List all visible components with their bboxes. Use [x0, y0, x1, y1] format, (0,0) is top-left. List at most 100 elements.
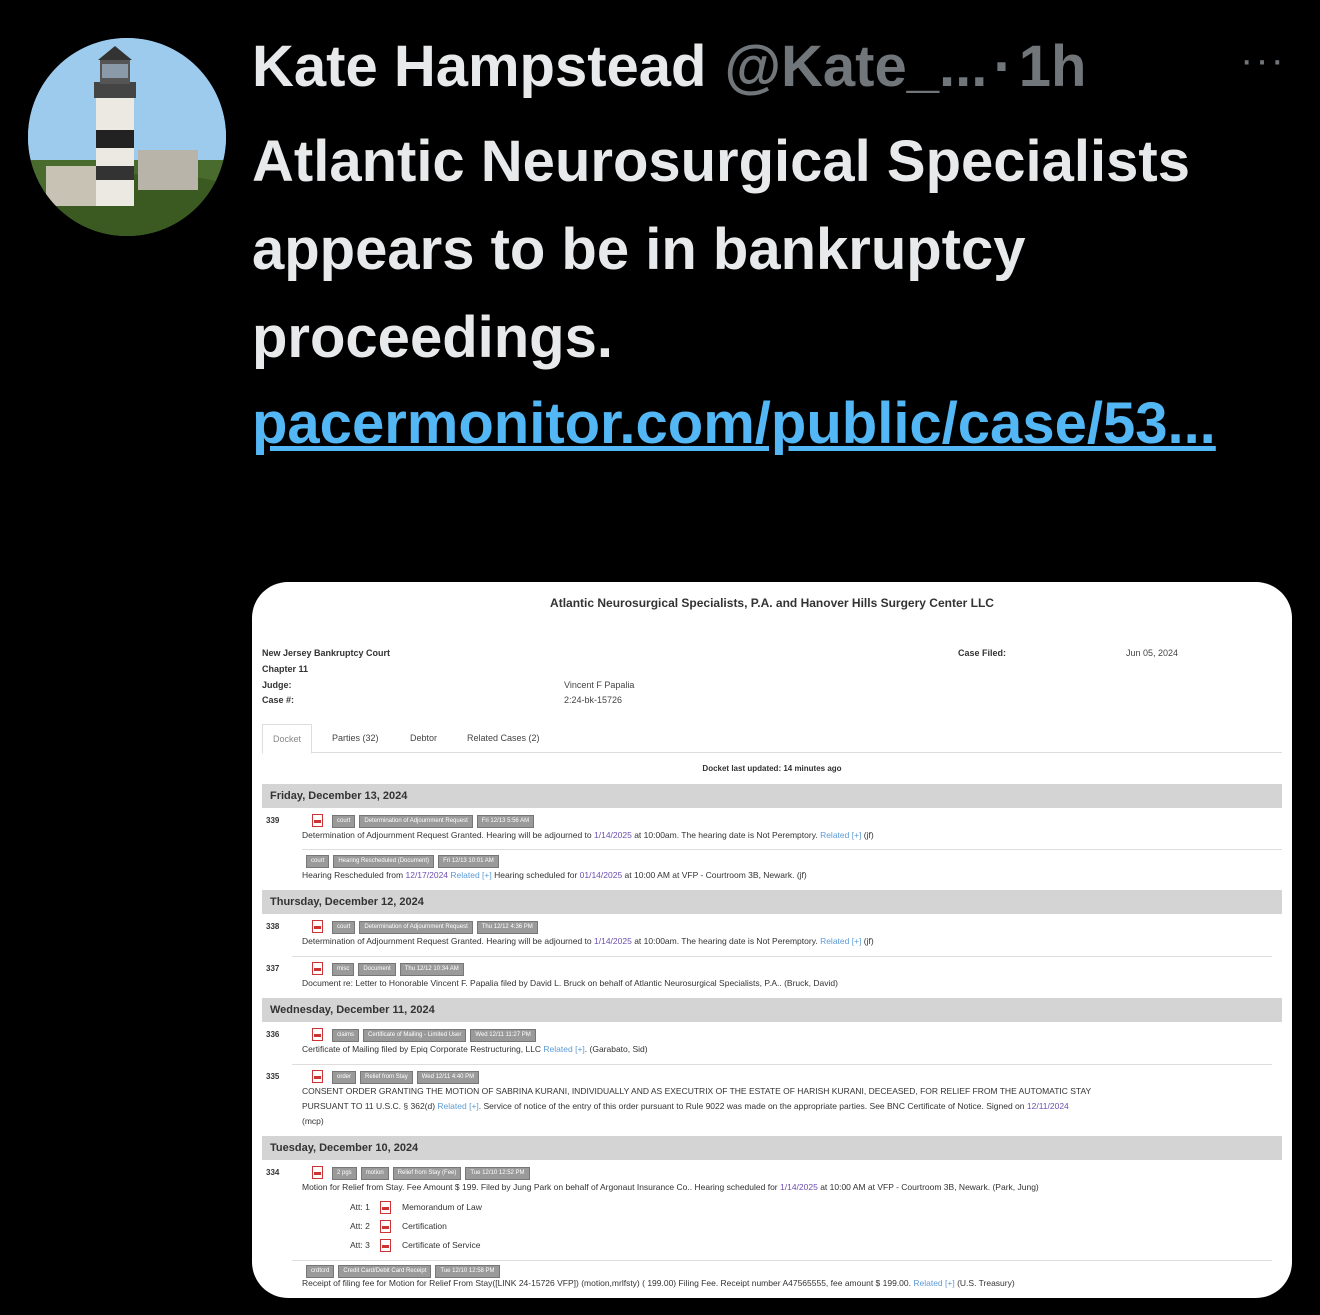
- tag: Fri 12/13 5:56 AM: [476, 815, 535, 828]
- divider: [292, 1260, 1272, 1261]
- date-link[interactable]: 12/11/2024: [1027, 1101, 1069, 1111]
- pdf-icon[interactable]: [312, 814, 323, 827]
- tag: Hearing Rescheduled (Document): [333, 855, 435, 868]
- date-link[interactable]: 1/14/2025: [594, 830, 632, 840]
- entry-number: 339: [266, 816, 280, 825]
- tag: Certificate of Mailing - Limited User: [363, 1029, 467, 1042]
- entry-description: Determination of Adjournment Request Gra…: [302, 936, 874, 946]
- tag: Determination of Adjournment Request: [359, 815, 473, 828]
- entry-tags: claims Certificate of Mailing - Limited …: [332, 1029, 536, 1042]
- related-link[interactable]: Related [+]: [913, 1278, 954, 1288]
- entry-number: 337: [266, 964, 280, 973]
- tag: Tue 12/10 12:52 PM: [465, 1167, 530, 1180]
- entry-description: Motion for Relief from Stay. Fee Amount …: [302, 1182, 1039, 1192]
- day-header: Friday, December 13, 2024: [262, 784, 1282, 808]
- entry-number: 334: [266, 1168, 280, 1177]
- case-label: Case #:: [262, 695, 295, 705]
- tab-bar: Docket Parties (32) Debtor Related Cases…: [262, 724, 1282, 754]
- entry-description: Receipt of filing fee for Motion for Rel…: [302, 1278, 1015, 1288]
- pdf-icon[interactable]: [380, 1239, 391, 1252]
- pdf-icon[interactable]: [312, 962, 323, 975]
- tab-debtor[interactable]: Debtor: [410, 724, 437, 752]
- tweet-text: Atlantic Neurosurgical Specialists appea…: [252, 129, 1190, 370]
- chapter: Chapter 11: [262, 664, 309, 674]
- tag: claims: [332, 1029, 360, 1042]
- tag: court: [332, 815, 356, 828]
- author-handle[interactable]: @Kate_...: [724, 33, 987, 100]
- separator-dot: ·: [993, 33, 1013, 99]
- tag: Fri 12/13 10:01 AM: [438, 855, 499, 868]
- pdf-icon[interactable]: [380, 1220, 391, 1233]
- tab-docket[interactable]: Docket: [262, 724, 313, 754]
- tag: order: [332, 1071, 357, 1084]
- timestamp[interactable]: 1h: [1019, 33, 1087, 100]
- more-options-icon[interactable]: ···: [1240, 38, 1286, 83]
- case-filed-label: Case Filed:: [958, 648, 1007, 658]
- divider: [302, 849, 1282, 850]
- tag: motion: [360, 1167, 389, 1180]
- docket-entry: court Hearing Rescheduled (Document) Fri…: [262, 854, 1282, 888]
- attachment-name[interactable]: Certificate of Service: [402, 1240, 480, 1250]
- tab-parties[interactable]: Parties (32): [332, 724, 379, 752]
- attachment-name[interactable]: Memorandum of Law: [402, 1202, 482, 1212]
- pdf-icon[interactable]: [312, 1166, 323, 1179]
- lighthouse-image: [28, 38, 226, 236]
- avatar[interactable]: [28, 38, 226, 236]
- entry-description: Determination of Adjournment Request Gra…: [302, 830, 874, 840]
- entry-description: Certificate of Mailing filed by Epiq Cor…: [302, 1044, 648, 1054]
- tag: 2 pgs: [332, 1167, 357, 1180]
- date-link[interactable]: 1/14/2025: [780, 1182, 818, 1192]
- related-link[interactable]: Related [+]: [543, 1044, 584, 1054]
- entry-tags: court Determination of Adjournment Reque…: [332, 815, 535, 828]
- docket-entry: crdtcrd Credit Card/Debit Card Receipt T…: [262, 1264, 1282, 1298]
- case-title: Atlantic Neurosurgical Specialists, P.A.…: [550, 596, 994, 610]
- tag: Wed 12/11 4:40 PM: [416, 1071, 480, 1084]
- tag: Wed 12/11 11:27 PM: [470, 1029, 536, 1042]
- date-link[interactable]: 12/17/2024: [405, 870, 448, 880]
- date-link[interactable]: 1/14/2025: [594, 936, 632, 946]
- attachment: Att: 2 Certification: [350, 1220, 447, 1233]
- pdf-icon[interactable]: [312, 1028, 323, 1041]
- attachment: Att: 3 Certificate of Service: [350, 1239, 480, 1252]
- tag: Determination of Adjournment Request: [359, 921, 473, 934]
- tweet-link[interactable]: pacermonitor.com/public/case/53...: [252, 380, 1302, 468]
- docket-entry: 335 order Relief from Stay Wed 12/11 4:4…: [262, 1070, 1282, 1132]
- entry-number: 338: [266, 922, 280, 931]
- related-link[interactable]: Related [+]: [820, 936, 861, 946]
- author-name[interactable]: Kate Hampstead: [252, 33, 706, 100]
- judge-label: Judge:: [262, 680, 292, 690]
- entry-number: 335: [266, 1072, 280, 1081]
- related-link[interactable]: Related [+]: [437, 1101, 478, 1111]
- entry-tags: court Determination of Adjournment Reque…: [332, 921, 538, 934]
- divider: [292, 956, 1272, 957]
- docket-entry: 338 court Determination of Adjournment R…: [262, 920, 1282, 954]
- tag: Thu 12/12 10:34 AM: [399, 963, 464, 976]
- entry-tags: court Hearing Rescheduled (Document) Fri…: [306, 855, 499, 868]
- entry-description: CONSENT ORDER GRANTING THE MOTION OF SAB…: [302, 1086, 1092, 1126]
- tag: Thu 12/12 4:36 PM: [476, 921, 538, 934]
- tag: Relief from Stay (Fee): [392, 1167, 462, 1180]
- court-name: New Jersey Bankruptcy Court: [262, 648, 391, 658]
- pdf-icon[interactable]: [312, 920, 323, 933]
- tab-related-cases[interactable]: Related Cases (2): [467, 724, 540, 752]
- entry-tags: misc Document Thu 12/12 10:34 AM: [332, 963, 464, 976]
- docket-entry: 339 court Determination of Adjournment R…: [262, 814, 1282, 848]
- day-header: Wednesday, December 11, 2024: [262, 998, 1282, 1022]
- judge-name: Vincent F Papalia: [564, 680, 635, 690]
- tag: Document: [358, 963, 396, 976]
- attachment-label: Att: 3: [350, 1240, 370, 1250]
- entry-description: Hearing Rescheduled from 12/17/2024 Rela…: [302, 870, 807, 880]
- docket-updated: Docket last updated: 14 minutes ago: [702, 764, 842, 773]
- attached-image-card[interactable]: Atlantic Neurosurgical Specialists, P.A.…: [252, 582, 1292, 1298]
- related-link[interactable]: Related [+]: [820, 830, 861, 840]
- entry-number: 336: [266, 1030, 280, 1039]
- case-number: 2:24-bk-15726: [564, 695, 623, 705]
- attachment-name[interactable]: Certification: [402, 1221, 447, 1231]
- date-link[interactable]: 01/14/2025: [580, 870, 623, 880]
- pdf-icon[interactable]: [380, 1201, 391, 1214]
- tweet-header: Kate Hampstead @Kate_... · 1h: [252, 30, 1292, 102]
- docket-entry: 334 2 pgs motion Relief from Stay (Fee) …: [262, 1166, 1282, 1262]
- related-link[interactable]: Related [+]: [448, 870, 491, 880]
- pdf-icon[interactable]: [312, 1070, 323, 1083]
- tag: court: [332, 921, 356, 934]
